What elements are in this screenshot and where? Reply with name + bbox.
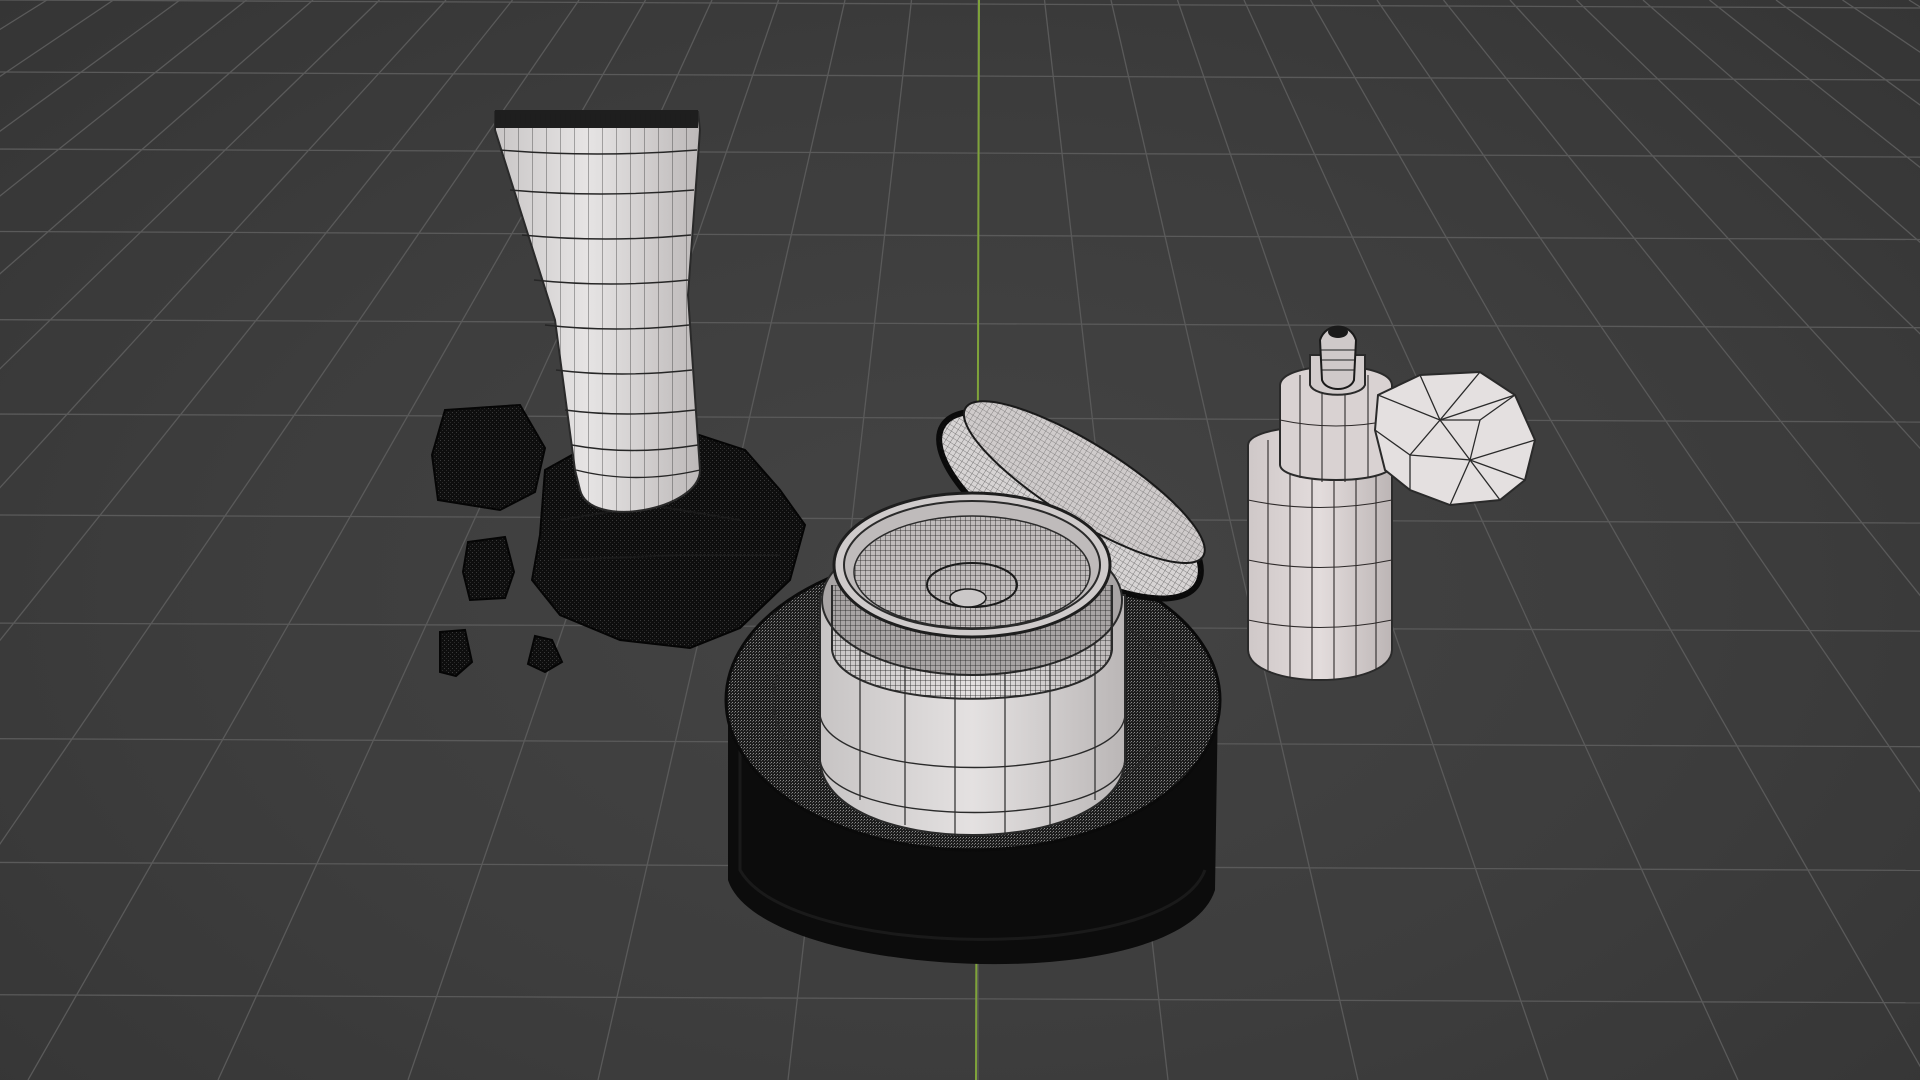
- grid-line: [0, 0, 380, 370]
- scene-canvas[interactable]: [0, 0, 1920, 1080]
- grid-line: [0, 148, 1920, 158]
- cream-surface: [853, 515, 1091, 629]
- grid-line: [0, 0, 181, 132]
- grid-line: [0, 0, 314, 275]
- grid-line: [0, 319, 1920, 329]
- grid-line: [0, 0, 447, 489]
- grid-line: [1709, 0, 1920, 169]
- grid-line: [1842, 0, 1920, 53]
- grid-line: [0, 0, 48, 31]
- grid-line: [0, 71, 1920, 81]
- grid-line: [0, 0, 1920, 9]
- cream-jar[interactable]: [819, 491, 1126, 836]
- grid-line: [0, 0, 514, 642]
- grid-line: [1642, 0, 1920, 244]
- grid-line: [1442, 0, 1920, 597]
- rock-chunk-medium[interactable]: [461, 535, 516, 602]
- dropper-bottle[interactable]: [1247, 325, 1393, 681]
- grid-line: [1376, 0, 1920, 793]
- grid-line: [1509, 0, 1920, 450]
- grid-line: [1908, 0, 1920, 8]
- grid-line: [0, 0, 247, 197]
- rock-chunk-small-b[interactable]: [526, 634, 564, 674]
- grid-line: [0, 994, 1920, 1004]
- rock-chunk-small-a[interactable]: [439, 628, 474, 678]
- gem-stone[interactable]: [1373, 370, 1537, 507]
- 3d-viewport[interactable]: [0, 0, 1920, 1080]
- rock-chunk-large[interactable]: [430, 403, 547, 512]
- grid-line: [1775, 0, 1920, 106]
- grid-line: [0, 0, 114, 78]
